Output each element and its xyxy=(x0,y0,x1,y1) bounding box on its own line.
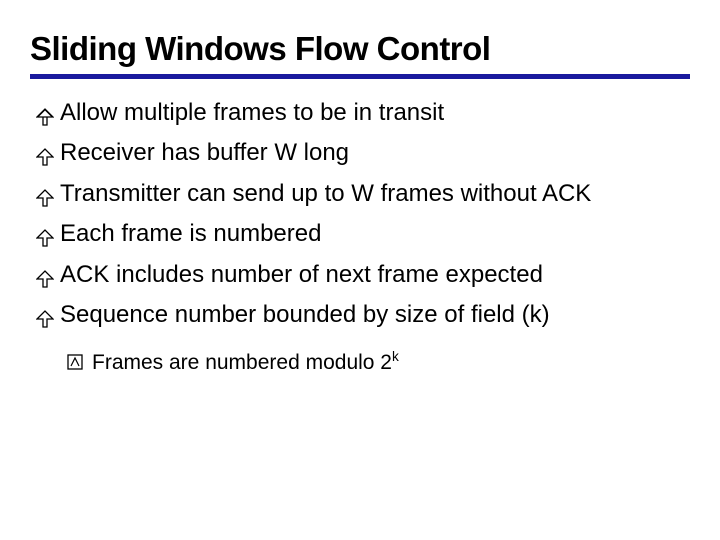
list-item: Allow multiple frames to be in transit xyxy=(36,97,690,135)
sub-list-item: Frames are numbered modulo 2k xyxy=(66,347,690,379)
sub-list-item-text: Frames are numbered modulo 2k xyxy=(92,347,399,377)
bullet-icon xyxy=(36,305,54,337)
list-item-text: Allow multiple frames to be in transit xyxy=(60,97,690,129)
sub-text-prefix: Frames are numbered modulo 2 xyxy=(92,351,392,374)
list-item: ACK includes number of next frame expect… xyxy=(36,259,690,297)
bullet-icon xyxy=(36,143,54,175)
list-item-text: ACK includes number of next frame expect… xyxy=(60,259,690,291)
list-item-text: Receiver has buffer W long xyxy=(60,137,690,169)
bullet-icon xyxy=(36,103,54,135)
bullet-icon xyxy=(36,265,54,297)
bullet-icon xyxy=(36,224,54,256)
list-item-text: Each frame is numbered xyxy=(60,218,690,250)
list-item-text: Sequence number bounded by size of field… xyxy=(60,299,690,331)
list-item: Transmitter can send up to W frames with… xyxy=(36,178,690,216)
exponent: k xyxy=(392,349,399,364)
bullet-icon xyxy=(36,184,54,216)
list-item: Sequence number bounded by size of field… xyxy=(36,299,690,337)
list-item: Receiver has buffer W long xyxy=(36,137,690,175)
slide-title: Sliding Windows Flow Control xyxy=(30,30,690,79)
list-item: Each frame is numbered xyxy=(36,218,690,256)
list-item-text: Transmitter can send up to W frames with… xyxy=(60,178,690,210)
sub-bullet-icon xyxy=(66,350,84,379)
bullet-list: Allow multiple frames to be in transit R… xyxy=(30,97,690,380)
